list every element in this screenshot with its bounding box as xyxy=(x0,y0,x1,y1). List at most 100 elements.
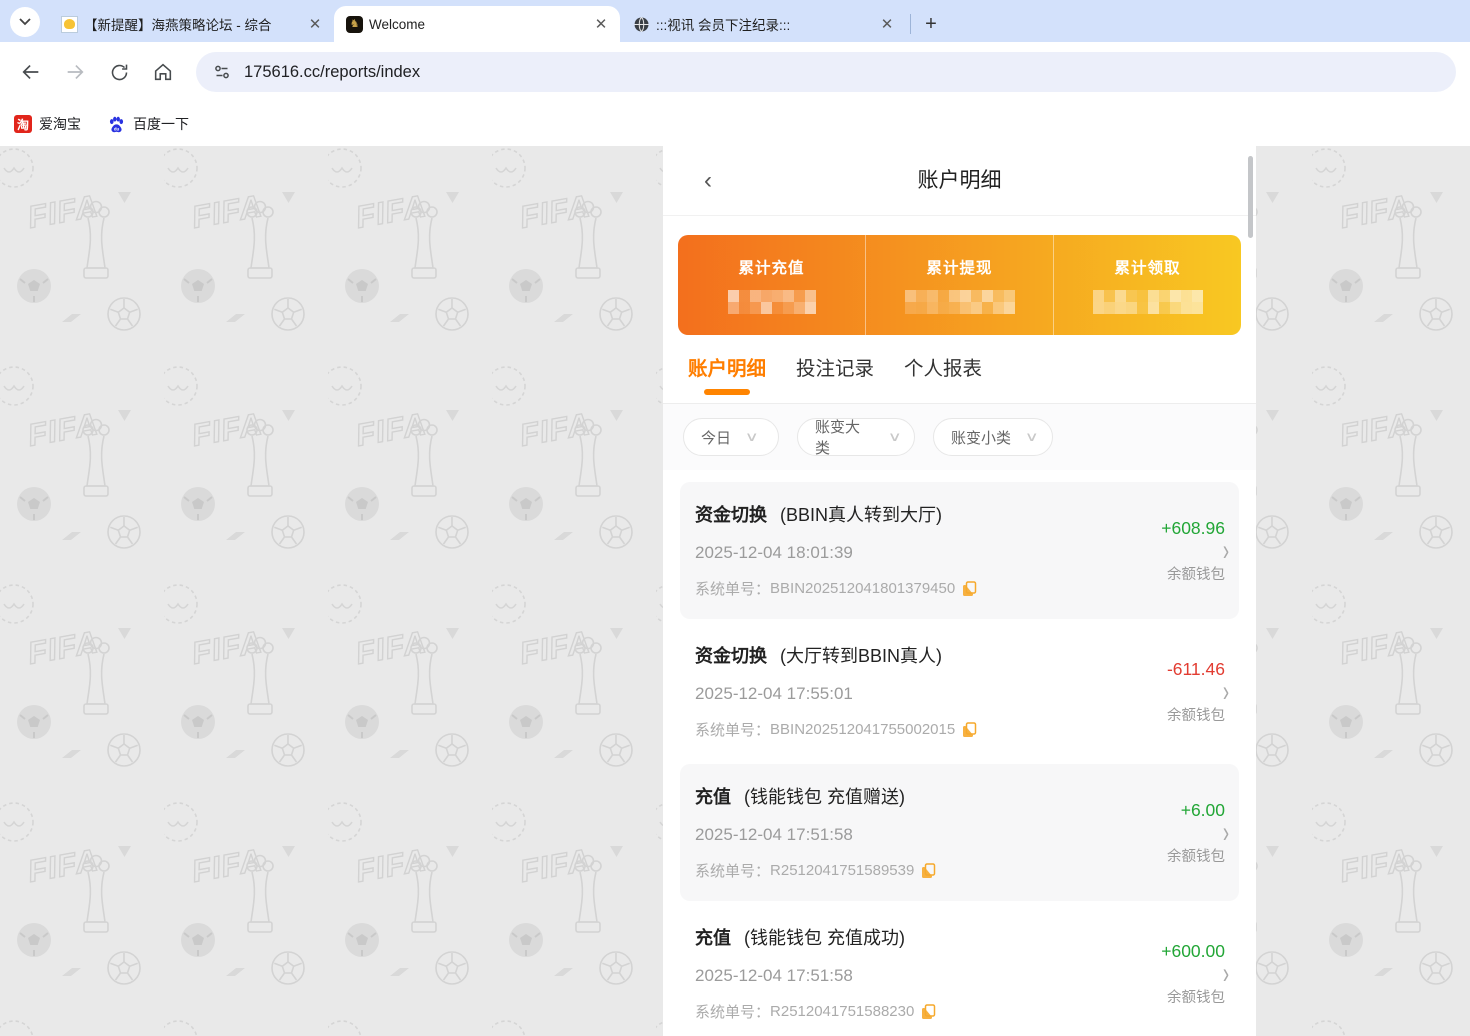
transaction-subtitle: (钱能钱包 充值成功) xyxy=(739,928,905,948)
site-settings-icon xyxy=(215,65,229,79)
home-button[interactable] xyxy=(146,55,180,89)
transaction-amount: +6.00 xyxy=(1180,800,1225,820)
page-content: FIFA xyxy=(0,146,1470,1036)
order-number-label: 系统单号： xyxy=(695,1004,771,1021)
filter-minor-category-select[interactable]: 账变小类 ∨ xyxy=(933,418,1053,456)
copy-icon[interactable] xyxy=(962,721,977,738)
bookmark-taobao[interactable]: 淘 爱淘宝 xyxy=(14,114,81,134)
transaction-row[interactable]: 充值 (钱能钱包 充值赠送) 2025-12-04 17:51:58 系统单号：… xyxy=(663,764,1256,905)
forward-arrow-icon xyxy=(67,64,84,80)
welcome-favicon: ♞ xyxy=(346,15,363,33)
wallet-label: 余额钱包 xyxy=(1167,990,1225,1006)
chevron-right-icon[interactable]: › xyxy=(1223,816,1229,850)
transaction-type: 资金切换 xyxy=(695,646,767,666)
summary-label: 累计领取 xyxy=(1114,260,1181,277)
transaction-list: 资金切换 (BBIN真人转到大厅) 2025-12-04 18:01:39 系统… xyxy=(663,470,1256,1036)
new-tab-button[interactable]: + xyxy=(917,10,945,38)
tab-account-detail[interactable]: 账户明细 xyxy=(688,352,766,403)
reload-icon xyxy=(111,64,127,80)
transaction-subtitle: (大厅转到BBIN真人) xyxy=(775,646,943,666)
browser-tab-strip: 【新提醒】海燕策略论坛 - 综合 ✕ ♞ Welcome ✕ :::视讯 会员下… xyxy=(0,0,1470,42)
transaction-row[interactable]: 资金切换 (BBIN真人转到大厅) 2025-12-04 18:01:39 系统… xyxy=(663,482,1256,623)
filter-label: 账变大类 xyxy=(815,419,861,457)
summary-label: 累计提现 xyxy=(926,260,993,277)
home-icon xyxy=(154,63,172,81)
back-arrow-icon xyxy=(22,64,39,80)
tab-title: 【新提醒】海燕策略论坛 - 综合 xyxy=(84,18,272,33)
summary-label: 累计充值 xyxy=(738,260,805,277)
tab-title: Welcome xyxy=(369,16,426,32)
chevron-right-icon[interactable]: › xyxy=(1223,534,1229,568)
tab-bet-records[interactable]: 投注记录 xyxy=(796,352,874,403)
tab-personal-report[interactable]: 个人报表 xyxy=(904,352,982,403)
bookmarks-bar: 淘 爱淘宝 du 百度一下 xyxy=(0,102,1470,146)
masked-value xyxy=(1092,290,1203,314)
account-panel: ‹ 账户明细 累计充值 累计提现 累计领取 账户明细 投注记录 个人报表 今日 … xyxy=(663,146,1256,1036)
summary-total-deposit: 累计充值 xyxy=(678,235,865,335)
address-bar[interactable]: 175616.cc/reports/index xyxy=(196,52,1456,92)
order-number-label: 系统单号： xyxy=(695,863,771,880)
tab-search-button[interactable] xyxy=(10,7,40,37)
browser-toolbar: 175616.cc/reports/index xyxy=(0,42,1470,102)
tab-close-icon[interactable]: ✕ xyxy=(592,15,610,33)
filter-row: 今日 ∨ 账变大类 ∨ 账变小类 ∨ xyxy=(663,404,1256,470)
copy-icon[interactable] xyxy=(921,862,936,879)
transaction-amount: -611.46 xyxy=(1166,659,1225,679)
tab-close-icon[interactable]: ✕ xyxy=(878,15,896,33)
wallet-label: 余额钱包 xyxy=(1167,567,1225,583)
filter-date-select[interactable]: 今日 ∨ xyxy=(683,418,779,456)
masked-value xyxy=(904,290,1015,314)
order-number-value: R2512041751589539 xyxy=(770,862,915,879)
summary-total-claimed: 累计领取 xyxy=(1053,235,1241,335)
chevron-right-icon[interactable]: › xyxy=(1223,957,1229,991)
tab-close-icon[interactable]: ✕ xyxy=(306,15,324,33)
order-number-label: 系统单号： xyxy=(695,581,771,598)
copy-icon[interactable] xyxy=(962,580,977,597)
order-number-value: R2512041751588230 xyxy=(770,1003,915,1020)
filter-label: 今日 xyxy=(701,429,732,447)
chevron-down-icon: ∨ xyxy=(888,429,903,444)
chevron-down-icon: ∨ xyxy=(744,429,759,444)
transaction-type: 充值 xyxy=(695,787,731,807)
bookmark-label: 爱淘宝 xyxy=(39,116,81,132)
transaction-subtitle: (钱能钱包 充值赠送) xyxy=(739,787,905,807)
browser-tab-welcome[interactable]: ♞ Welcome ✕ xyxy=(334,6,620,42)
masked-value xyxy=(727,290,816,314)
back-button[interactable] xyxy=(14,55,48,89)
chevron-down-icon: ∨ xyxy=(1024,429,1039,444)
transaction-row[interactable]: 资金切换 (大厅转到BBIN真人) 2025-12-04 17:55:01 系统… xyxy=(663,623,1256,764)
taobao-icon: 淘 xyxy=(14,115,32,133)
tab-separator xyxy=(910,14,911,34)
page-title: 账户明细 xyxy=(917,169,1002,192)
bookmark-baidu[interactable]: du 百度一下 xyxy=(107,114,189,134)
back-chevron-icon[interactable]: ‹ xyxy=(693,164,723,198)
transaction-subtitle: (BBIN真人转到大厅) xyxy=(775,505,943,525)
transaction-type: 充值 xyxy=(695,928,731,948)
bookmark-label: 百度一下 xyxy=(133,116,189,132)
order-number-value: BBIN202512041801379450 xyxy=(770,580,956,597)
transaction-amount: +608.96 xyxy=(1161,518,1225,538)
scrollbar-thumb[interactable] xyxy=(1248,156,1253,238)
summary-card: 累计充值 累计提现 累计领取 xyxy=(678,235,1241,335)
url-text[interactable]: 175616.cc/reports/index xyxy=(244,63,420,82)
order-number-label: 系统单号： xyxy=(695,722,771,739)
chevron-down-icon xyxy=(19,18,31,26)
browser-tab-records[interactable]: :::视讯 会员下注纪录::: ✕ xyxy=(620,6,906,42)
order-number-value: BBIN202512041755002015 xyxy=(770,721,956,738)
filter-major-category-select[interactable]: 账变大类 ∨ xyxy=(797,418,915,457)
transaction-row[interactable]: 充值 (钱能钱包 充值成功) 2025-12-04 17:51:58 系统单号：… xyxy=(663,905,1256,1036)
wallet-label: 余额钱包 xyxy=(1167,849,1225,865)
browser-tab-forum[interactable]: 【新提醒】海燕策略论坛 - 综合 ✕ xyxy=(48,6,334,42)
chevron-right-icon[interactable]: › xyxy=(1223,675,1229,709)
filter-label: 账变小类 xyxy=(951,429,1012,447)
forum-favicon xyxy=(60,15,78,33)
report-tabs: 账户明细 投注记录 个人报表 xyxy=(663,335,1256,404)
forward-button[interactable] xyxy=(58,55,92,89)
globe-icon xyxy=(632,15,650,33)
transaction-type: 资金切换 xyxy=(695,505,767,525)
copy-icon[interactable] xyxy=(921,1003,936,1020)
reload-button[interactable] xyxy=(102,55,136,89)
baidu-paw-icon: du xyxy=(109,116,124,132)
tab-title: :::视讯 会员下注纪录::: xyxy=(656,18,791,33)
panel-header: ‹ 账户明细 xyxy=(663,146,1256,216)
